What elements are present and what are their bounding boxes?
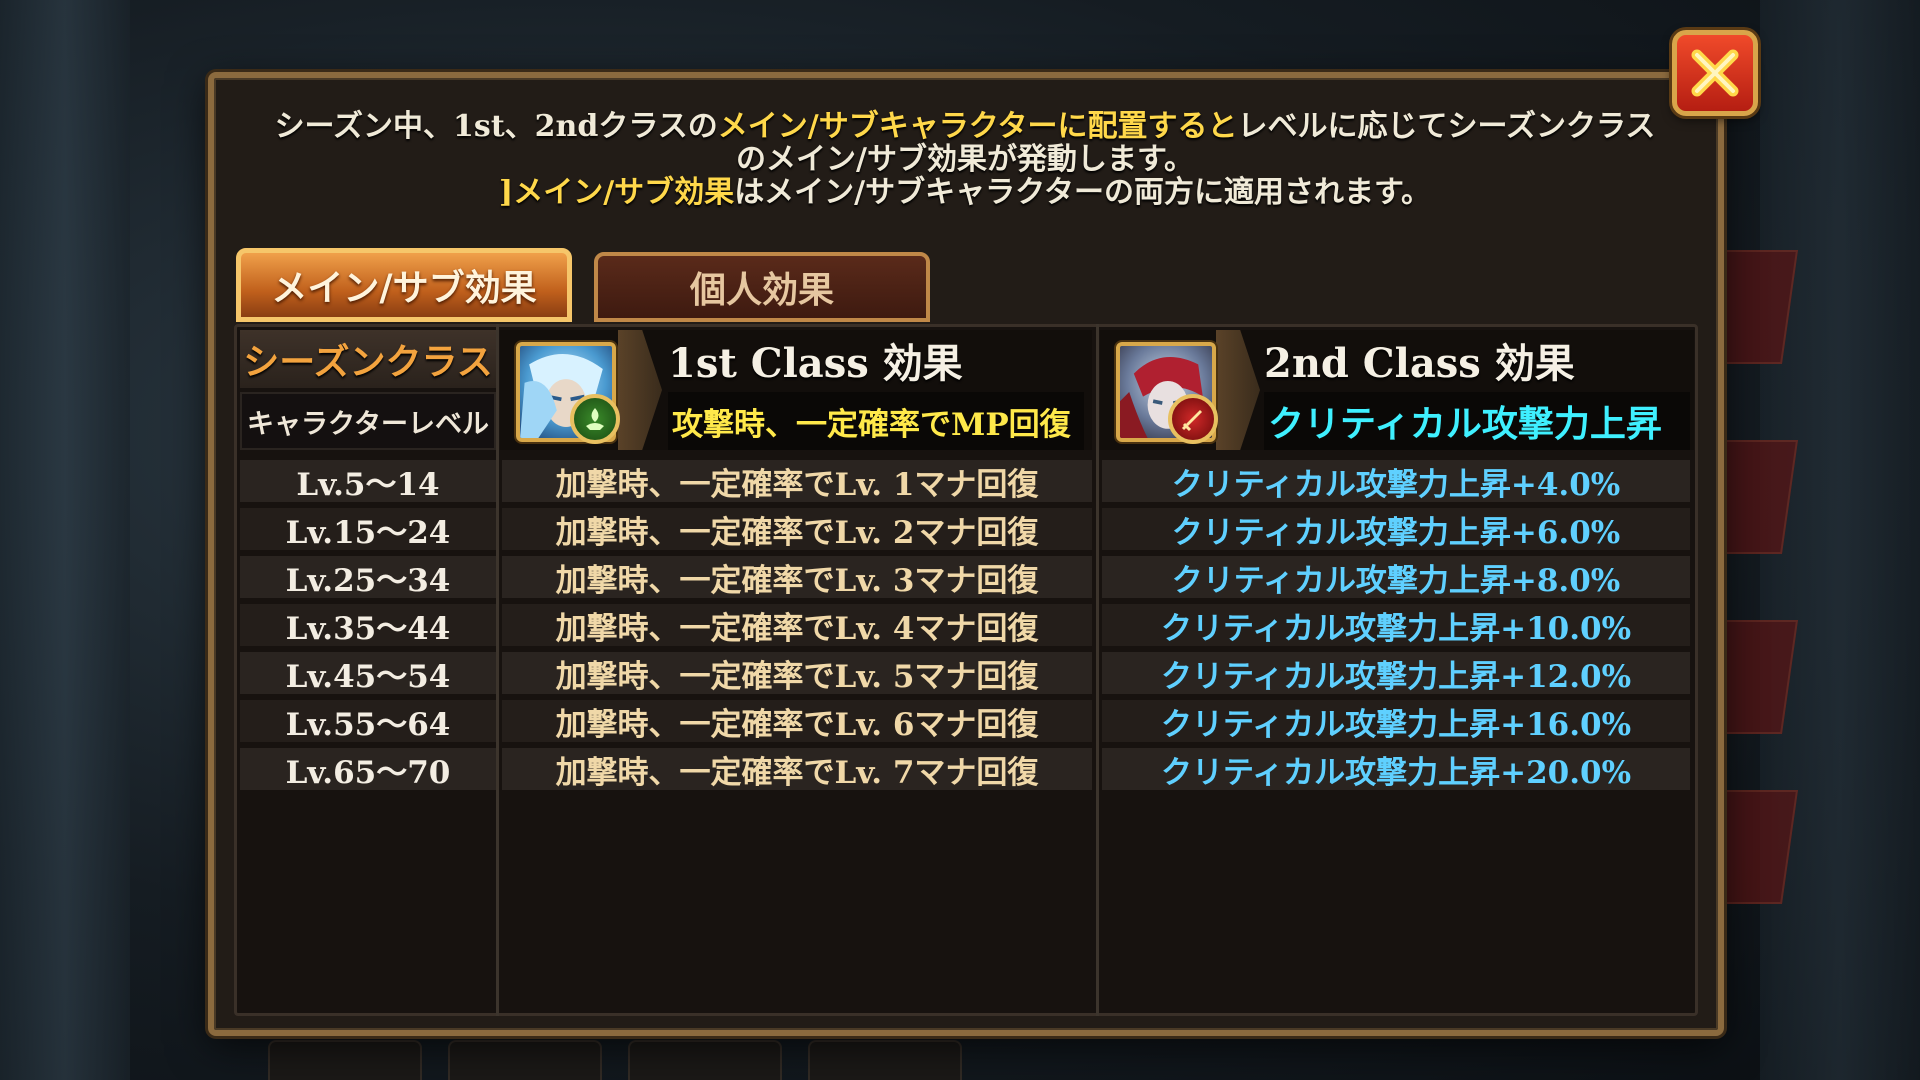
column-divider (1096, 324, 1099, 1016)
bg-pillar (1760, 0, 1920, 1080)
class1-effect-cell: 加撃時、一定確率でLv. 3マナ回復 (502, 556, 1092, 599)
level-range-cell: Lv.15～24 (240, 508, 496, 551)
critical-sword-icon (1168, 394, 1218, 444)
character-level-header: キャラクターレベル (240, 392, 496, 450)
column-divider (496, 324, 499, 1016)
level-range-cell: Lv.25～34 (240, 556, 496, 599)
description-line-3: ]メイン/サブ効果はメイン/サブキャラクターの両方に適用されます。 (499, 175, 1431, 210)
class1-effect-cell: 加撃時、一定確率でLv. 1マナ回復 (502, 460, 1092, 503)
class1-header: 1st Class 効果 攻撃時、一定確率でMP回復 (500, 330, 1092, 450)
dialog-description: シーズン中、1st、2ndクラスのメイン/サブキャラクターに配置するとレベルに応… (240, 110, 1690, 209)
class1-effect-cell: 加撃時、一定確率でLv. 7マナ回復 (502, 748, 1092, 791)
bg-bottom-tab (268, 1040, 422, 1080)
level-range-cell: Lv.45～54 (240, 652, 496, 695)
class1-effect-cell: 加撃時、一定確率でLv. 2マナ回復 (502, 508, 1092, 551)
mana-recovery-icon (570, 394, 620, 444)
class2-title: 2nd Class 効果 (1264, 340, 1575, 387)
class1-effect-cell: 加撃時、一定確率でLv. 6マナ回復 (502, 700, 1092, 743)
bg-pillar (0, 0, 130, 1080)
class2-chevron (1216, 330, 1260, 450)
class2-effect-cell: クリティカル攻撃力上昇+6.0% (1102, 508, 1690, 551)
close-button[interactable] (1672, 30, 1758, 116)
class2-effect-cell: クリティカル攻撃力上昇+20.0% (1102, 748, 1690, 791)
class1-effect: 攻撃時、一定確率でMP回復 (668, 392, 1084, 450)
class1-effect-cell: 加撃時、一定確率でLv. 4マナ回復 (502, 604, 1092, 647)
class1-chevron (618, 330, 662, 450)
class2-effect-cell: クリティカル攻撃力上昇+8.0% (1102, 556, 1690, 599)
season-class-header: シーズンクラス (240, 330, 496, 388)
class2-effect: クリティカル攻撃力上昇 (1264, 392, 1690, 450)
tab-main-sub-effect[interactable]: メイン/サブ効果 (236, 248, 572, 322)
bg-bottom-tab (448, 1040, 602, 1080)
close-icon (1691, 49, 1739, 97)
level-range-cell: Lv.55～64 (240, 700, 496, 743)
level-range-cell: Lv.35～44 (240, 604, 496, 647)
level-range-cell: Lv.5～14 (240, 460, 496, 503)
class2-effect-cell: クリティカル攻撃力上昇+16.0% (1102, 700, 1690, 743)
level-range-cell: Lv.65～70 (240, 748, 496, 791)
class2-effect-cell: クリティカル攻撃力上昇+4.0% (1102, 460, 1690, 503)
tab-personal-effect[interactable]: 個人効果 (594, 252, 930, 322)
bg-bottom-tab (628, 1040, 782, 1080)
description-line-2: のメイン/サブ効果が発動します。 (736, 142, 1194, 177)
class2-effect-cell: クリティカル攻撃力上昇+10.0% (1102, 604, 1690, 647)
class2-effect-cell: クリティカル攻撃力上昇+12.0% (1102, 652, 1690, 695)
bg-bottom-tab (808, 1040, 962, 1080)
class2-header: 2nd Class 効果 クリティカル攻撃力上昇 (1100, 330, 1694, 450)
class1-effect-cell: 加撃時、一定確率でLv. 5マナ回復 (502, 652, 1092, 695)
class1-title: 1st Class 効果 (668, 340, 963, 387)
description-line-1: シーズン中、1st、2ndクラスのメイン/サブキャラクターに配置するとレベルに応… (274, 109, 1656, 144)
